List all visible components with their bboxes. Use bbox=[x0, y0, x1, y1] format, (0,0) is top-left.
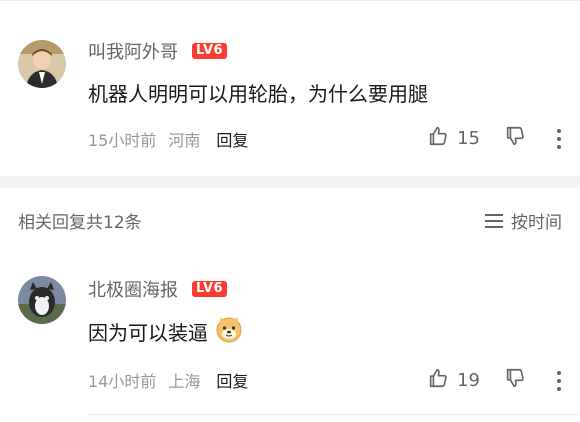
reply-button[interactable]: 回复 bbox=[216, 368, 248, 392]
thumb-up-icon bbox=[427, 367, 449, 394]
thumb-down-icon bbox=[504, 367, 526, 394]
comment-location: 上海 bbox=[168, 372, 201, 391]
comment-time: 14小时前 bbox=[88, 372, 157, 391]
dislike-button[interactable] bbox=[504, 367, 526, 394]
bottom-divider bbox=[88, 414, 580, 415]
doge-emoji-icon bbox=[214, 314, 244, 349]
avatar[interactable] bbox=[18, 276, 66, 324]
like-count: 19 bbox=[457, 370, 480, 391]
comment-item: 北极圈海报 LV6 因为可以装逼 14小时前 上海 回复 19 bbox=[0, 0, 580, 422]
level-badge: LV6 bbox=[192, 281, 228, 297]
like-button[interactable]: 19 bbox=[427, 367, 480, 394]
comment-text: 因为可以装逼 bbox=[88, 321, 208, 345]
more-vertical-icon[interactable] bbox=[556, 370, 562, 391]
username[interactable]: 北极圈海报 bbox=[88, 276, 178, 302]
